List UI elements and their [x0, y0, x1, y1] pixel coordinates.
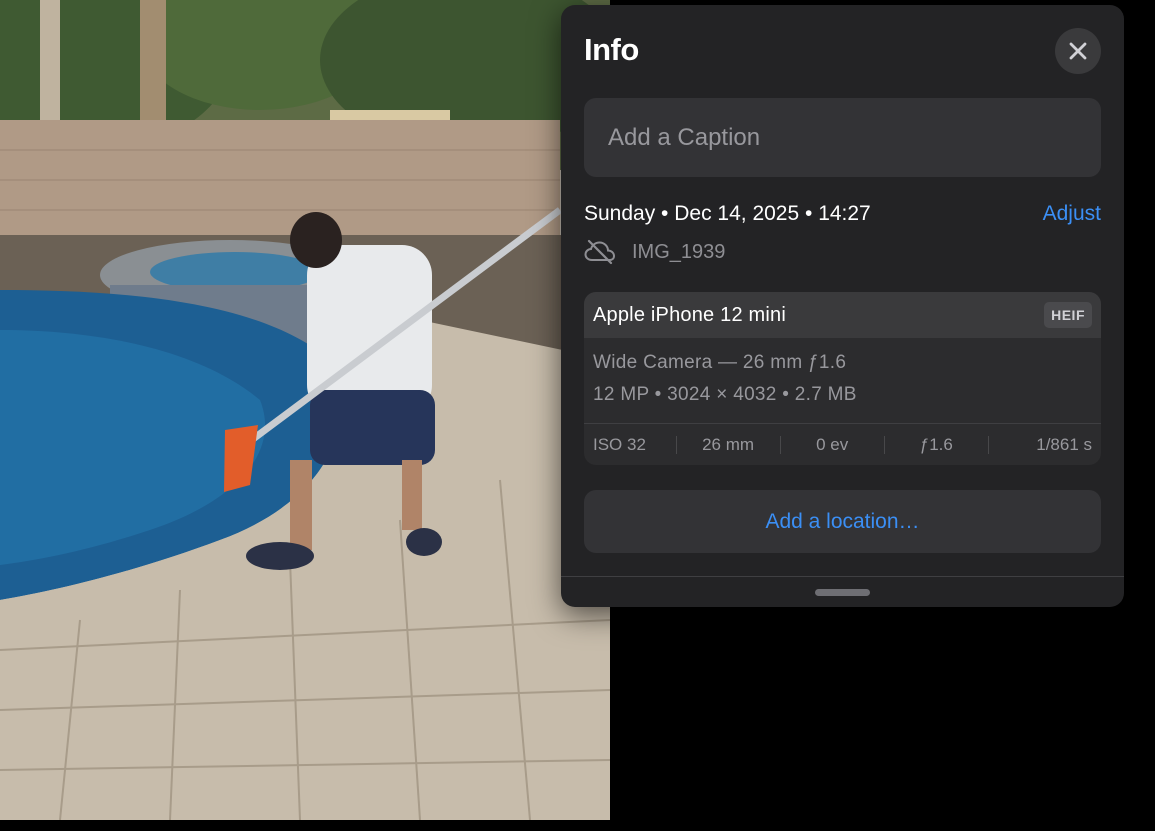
exif-focal-length: 26 mm — [702, 435, 755, 454]
info-panel: Info Sunday • Dec 14, 2025 • 14:27 Adjus… — [561, 5, 1124, 607]
file-info-row: IMG_1939 — [584, 238, 725, 266]
close-button[interactable] — [1055, 28, 1101, 74]
add-location-button[interactable]: Add a location… — [584, 490, 1101, 553]
exif-iso: ISO 32 — [593, 435, 646, 454]
caption-input[interactable] — [584, 98, 1101, 177]
capture-datetime: Sunday • Dec 14, 2025 • 14:27 — [584, 202, 871, 225]
format-badge: HEIF — [1044, 302, 1092, 328]
device-name: Apple iPhone 12 mini — [593, 303, 787, 326]
panel-divider — [561, 576, 1124, 577]
photo-preview — [0, 0, 610, 820]
adjust-datetime-button[interactable]: Adjust — [1043, 202, 1101, 226]
exif-row: ISO 32 26 mm 0 ev ƒ1.6 1/861 s — [584, 423, 1101, 465]
exif-shutter: 1/861 s — [1036, 435, 1092, 454]
camera-details-card: Apple iPhone 12 mini HEIF Wide Camera — … — [584, 292, 1101, 465]
image-details: 12 MP • 3024 × 4032 • 2.7 MB — [593, 384, 857, 405]
close-icon — [1069, 42, 1087, 60]
cloud-off-icon — [584, 239, 616, 265]
camera-header: Apple iPhone 12 mini HEIF — [584, 292, 1101, 338]
panel-title: Info — [584, 32, 639, 67]
exif-exposure-bias: 0 ev — [816, 435, 849, 454]
exif-aperture: ƒ1.6 — [919, 435, 953, 454]
resize-grabber[interactable] — [815, 589, 870, 596]
lens-info: Wide Camera — 26 mm ƒ1.6 — [593, 352, 847, 373]
filename: IMG_1939 — [632, 240, 726, 263]
